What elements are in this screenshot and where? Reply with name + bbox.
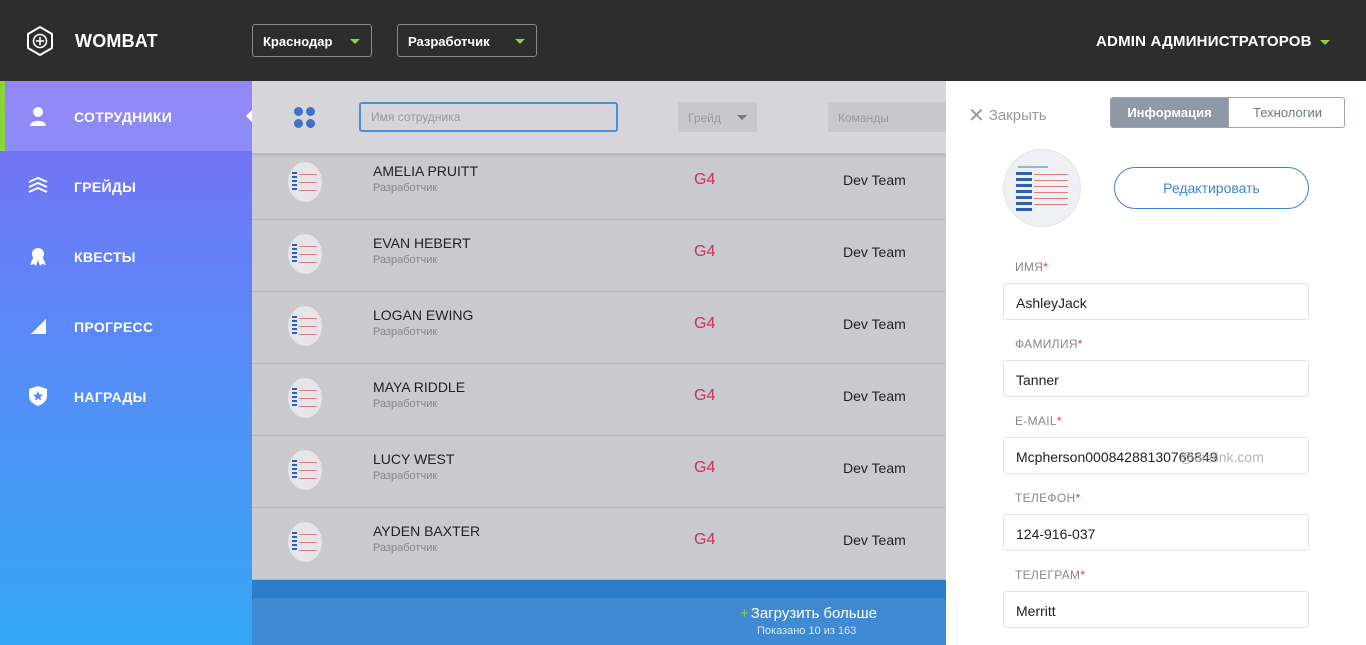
employee-team: Dev Team xyxy=(843,460,906,476)
user-icon xyxy=(30,107,46,126)
progress-icon xyxy=(31,319,46,334)
grade-filter-select[interactable]: Грейд xyxy=(678,102,757,132)
employee-grade: G4 xyxy=(694,171,716,188)
employee-grade: G4 xyxy=(694,459,716,476)
employee-name[interactable]: LOGAN EWING xyxy=(373,307,473,323)
employee-team: Dev Team xyxy=(843,532,906,548)
table-row[interactable]: AMELIA PRUITT Разработчик G4 Dev Team xyxy=(252,148,946,220)
employee-name[interactable]: EVAN HEBERT xyxy=(373,235,471,251)
sidebar-item-employees[interactable]: СОТРУДНИКИ xyxy=(0,81,252,151)
tab-technologies[interactable]: Технологии xyxy=(1228,98,1344,127)
load-more-label: Загрузить больше xyxy=(750,605,877,622)
phone-label: ТЕЛЕФОН* xyxy=(1015,491,1081,505)
city-select[interactable]: Краснодар xyxy=(252,24,372,57)
chevron-down-icon xyxy=(350,39,360,44)
shield-star-icon xyxy=(29,386,47,406)
last-name-field[interactable]: Tanner xyxy=(1003,360,1309,397)
employee-team: Dev Team xyxy=(843,316,906,332)
profile-photo xyxy=(1003,149,1081,227)
employee-role: Разработчик xyxy=(373,398,438,410)
telegram-field[interactable]: Merritt xyxy=(1003,591,1309,628)
user-menu[interactable]: ADMIN АДМИНИСТРАТОРОВ xyxy=(1096,33,1330,50)
employee-search-input[interactable] xyxy=(359,102,618,132)
email-label: E-MAIL* xyxy=(1015,414,1062,428)
employee-grade: G4 xyxy=(694,387,716,404)
city-select-value: Краснодар xyxy=(263,34,333,49)
sidebar-item-label: СОТРУДНИКИ xyxy=(74,109,173,125)
load-more-button[interactable]: + Загрузить больше xyxy=(740,605,877,622)
first-name-field[interactable]: AshleyJack xyxy=(1003,283,1309,320)
avatar xyxy=(288,306,322,346)
app-title[interactable]: WOMBAT xyxy=(75,31,158,52)
close-button[interactable]: ✕ Закрыть xyxy=(968,103,1047,128)
close-label: Закрыть xyxy=(988,107,1047,124)
employee-team: Dev Team xyxy=(843,172,906,188)
employee-name[interactable]: AYDEN BAXTER xyxy=(373,523,480,539)
employee-role: Разработчик xyxy=(373,542,438,554)
panel-tabs: Информация Технологии xyxy=(1110,97,1345,128)
employee-name[interactable]: LUCY WEST xyxy=(373,451,454,467)
employee-detail-panel: ✕ Закрыть Информация Технологии Редактиро… xyxy=(946,81,1366,645)
avatar xyxy=(288,162,322,202)
sidebar-item-label: ГРЕЙДЫ xyxy=(74,179,137,195)
role-select[interactable]: Разработчик xyxy=(397,24,537,57)
table-row[interactable]: LOGAN EWING Разработчик G4 Dev Team xyxy=(252,292,946,364)
teams-filter-value: Команды xyxy=(838,111,889,125)
employee-grade: G4 xyxy=(694,315,716,332)
close-icon: ✕ xyxy=(968,105,985,127)
employee-name[interactable]: MAYA RIDDLE xyxy=(373,379,465,395)
chevron-down-icon xyxy=(1319,39,1330,45)
last-name-label: ФАМИЛИЯ* xyxy=(1015,337,1083,351)
role-select-value: Разработчик xyxy=(408,34,490,49)
edit-button[interactable]: Редактировать xyxy=(1114,167,1309,209)
telegram-label: ТЕЛЕГРАМ* xyxy=(1015,568,1086,582)
user-name: ADMIN АДМИНИСТРАТОРОВ xyxy=(1096,33,1312,50)
sidebar-item-grades[interactable]: ГРЕЙДЫ xyxy=(0,151,252,221)
employee-role: Разработчик xyxy=(373,254,438,266)
employee-role: Разработчик xyxy=(373,326,438,338)
employee-grade: G4 xyxy=(694,243,716,260)
plus-icon: + xyxy=(740,605,749,622)
employee-team: Dev Team xyxy=(843,388,906,404)
sidebar-item-label: ПРОГРЕСС xyxy=(74,319,154,335)
filter-bar: Грейд Команды xyxy=(252,81,946,153)
tab-information[interactable]: Информация xyxy=(1111,98,1228,127)
employee-team: Dev Team xyxy=(843,244,906,260)
layers-icon xyxy=(28,176,48,193)
chevron-down-icon xyxy=(515,39,525,44)
sidebar-item-quests[interactable]: КВЕСТЫ xyxy=(0,221,252,291)
avatar xyxy=(288,234,322,274)
medal-icon xyxy=(30,248,46,266)
sidebar-item-label: КВЕСТЫ xyxy=(74,249,136,265)
sidebar: СОТРУДНИКИ ГРЕЙДЫ КВЕСТЫ ПРОГРЕСС НАГРАД… xyxy=(0,81,252,645)
employee-role: Разработчик xyxy=(373,470,438,482)
sidebar-item-label: НАГРАДЫ xyxy=(74,389,147,405)
table-row[interactable]: MAYA RIDDLE Разработчик G4 Dev Team xyxy=(252,364,946,436)
avatar xyxy=(288,378,322,418)
avatar xyxy=(288,522,322,562)
first-name-label: ИМЯ* xyxy=(1015,260,1049,274)
email-field[interactable]: Mcpherson00084288130766849@dialink.com xyxy=(1003,437,1309,474)
email-overflow-text: @dialink.com xyxy=(1179,449,1264,465)
sidebar-item-progress[interactable]: ПРОГРЕСС xyxy=(0,291,252,361)
employee-role: Разработчик xyxy=(373,182,438,194)
shown-count: Показано 10 из 163 xyxy=(757,625,857,637)
table-row[interactable]: LUCY WEST Разработчик G4 Dev Team xyxy=(252,436,946,508)
avatar xyxy=(288,450,322,490)
table-row[interactable]: EVAN HEBERT Разработчик G4 Dev Team xyxy=(252,220,946,292)
chevron-down-icon xyxy=(737,115,747,120)
sidebar-item-rewards[interactable]: НАГРАДЫ xyxy=(0,361,252,431)
wombat-logo-icon[interactable] xyxy=(26,26,54,56)
employee-name[interactable]: AMELIA PRUITT xyxy=(373,163,478,179)
grade-filter-value: Грейд xyxy=(688,111,721,125)
grid-view-icon[interactable] xyxy=(294,107,316,129)
load-more-bar: + Загрузить больше Показано 10 из 163 xyxy=(252,580,946,645)
employee-grade: G4 xyxy=(694,531,716,548)
top-bar: WOMBAT Краснодар Разработчик ADMIN АДМИН… xyxy=(0,0,1366,81)
table-row[interactable]: AYDEN BAXTER Разработчик G4 Dev Team xyxy=(252,508,946,580)
employee-list-area: Грейд Команды AMELIA PRUITT Разработчик … xyxy=(252,81,946,645)
teams-filter-select[interactable]: Команды xyxy=(828,102,946,132)
phone-field[interactable]: 124-916-037 xyxy=(1003,514,1309,551)
